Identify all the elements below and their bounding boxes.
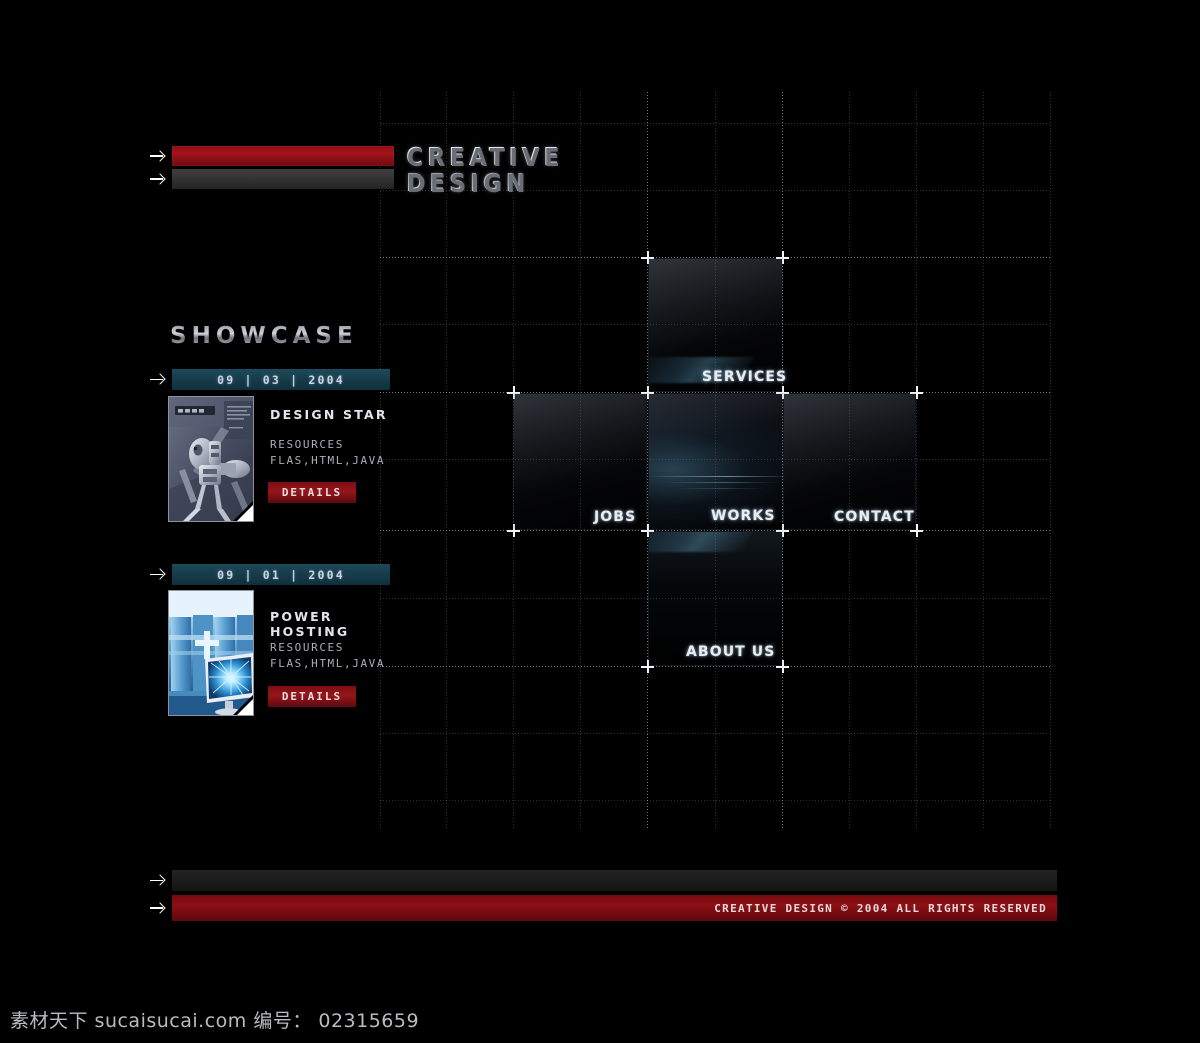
arrow-right-icon (150, 172, 166, 186)
showcase-item-title[interactable]: POWER HOSTING (270, 609, 390, 639)
nav-label-works[interactable]: WORKS (711, 508, 776, 524)
nav-label-contact[interactable]: CONTACT (834, 509, 915, 525)
meta-value: FLAS,HTML,JAVA (270, 657, 386, 670)
arrow-right-icon (150, 874, 166, 888)
showcase-item: 09 | 03 | 2004 DESIGN STAR RESOURCES FLA… (150, 369, 390, 522)
arrow-right-icon (150, 568, 166, 582)
page-root: SERVICES JOBS WORKS CONTACT ABOUT US CRE… (0, 0, 1200, 1043)
details-button-label: DETAILS (281, 690, 343, 703)
footer-bar-gray (172, 870, 1057, 891)
meta-label: RESOURCES (270, 438, 345, 451)
showcase-date-bar: 09 | 01 | 2004 (172, 564, 390, 585)
site-footer: CREATIVE DESIGN © 2004 ALL RIGHTS RESERV… (150, 870, 1057, 925)
grid-vline (916, 92, 917, 830)
stock-site-watermark: 素材天下 sucaisucai.com 编号： 02315659 (10, 1010, 420, 1032)
details-button[interactable]: DETAILS (268, 482, 356, 503)
light-streak (659, 482, 779, 483)
server-monitor-thumbnail[interactable] (168, 590, 254, 716)
nav-label-services[interactable]: SERVICES (702, 369, 787, 385)
showcase-item-title[interactable]: DESIGN STAR (270, 407, 388, 422)
footer-bar-red: CREATIVE DESIGN © 2004 ALL RIGHTS RESERV… (172, 895, 1057, 921)
showcase-date-row: 09 | 03 | 2004 (150, 369, 390, 390)
grid-vline (983, 92, 984, 830)
grid-hline (380, 800, 1052, 801)
footer-row-red: CREATIVE DESIGN © 2004 ALL RIGHTS RESERV… (150, 895, 1057, 921)
footer-row-gray (150, 870, 1057, 891)
showcase-item-meta: RESOURCES FLAS,HTML,JAVA (270, 437, 385, 469)
site-logo[interactable] (150, 146, 394, 192)
logo-wordmark: CREATIVE DESIGN (406, 144, 563, 196)
grid-hline (380, 123, 1052, 124)
logo-bar-red (172, 146, 394, 166)
logo-line-design: DESIGN (406, 168, 529, 197)
showcase-item-meta: RESOURCES FLAS,HTML,JAVA (270, 640, 385, 672)
showcase-heading: SHOWCASE (170, 323, 358, 349)
showcase-date-bar: 09 | 03 | 2004 (172, 369, 390, 390)
showcase-date: 09 | 03 | 2004 (217, 372, 345, 387)
arrow-right-icon (150, 149, 166, 163)
grid-vline (1050, 92, 1051, 830)
showcase-item: 09 | 01 | 2004 POWER HOSTING RESOURCES F… (150, 564, 390, 716)
meta-value: FLAS,HTML,JAVA (270, 454, 386, 467)
grid-hline (380, 733, 1052, 734)
copyright-text: CREATIVE DESIGN © 2004 ALL RIGHTS RESERV… (714, 901, 1047, 915)
thumb-corner-flag (237, 699, 253, 715)
nav-label-about-us[interactable]: ABOUT US (686, 644, 775, 660)
details-button[interactable]: DETAILS (268, 686, 356, 707)
robot-mech-thumbnail[interactable] (168, 396, 254, 522)
grid-hline (380, 666, 1052, 667)
showcase-date: 09 | 01 | 2004 (217, 567, 345, 582)
showcase-date-row: 09 | 01 | 2004 (150, 564, 390, 585)
nav-label-jobs[interactable]: JOBS (594, 509, 636, 525)
logo-row-red (150, 146, 394, 166)
beam-accent (649, 532, 756, 552)
logo-bar-gray (172, 169, 394, 189)
arrow-right-icon (150, 373, 166, 387)
arrow-right-icon (150, 901, 166, 915)
logo-line-creative: CREATIVE (406, 142, 564, 171)
logo-row-gray (150, 169, 394, 189)
meta-label: RESOURCES (270, 641, 345, 654)
grid-vline (446, 92, 447, 830)
details-button-label: DETAILS (281, 486, 343, 499)
light-streak (649, 476, 782, 477)
light-streak (671, 488, 766, 489)
thumb-corner-flag (237, 505, 253, 521)
